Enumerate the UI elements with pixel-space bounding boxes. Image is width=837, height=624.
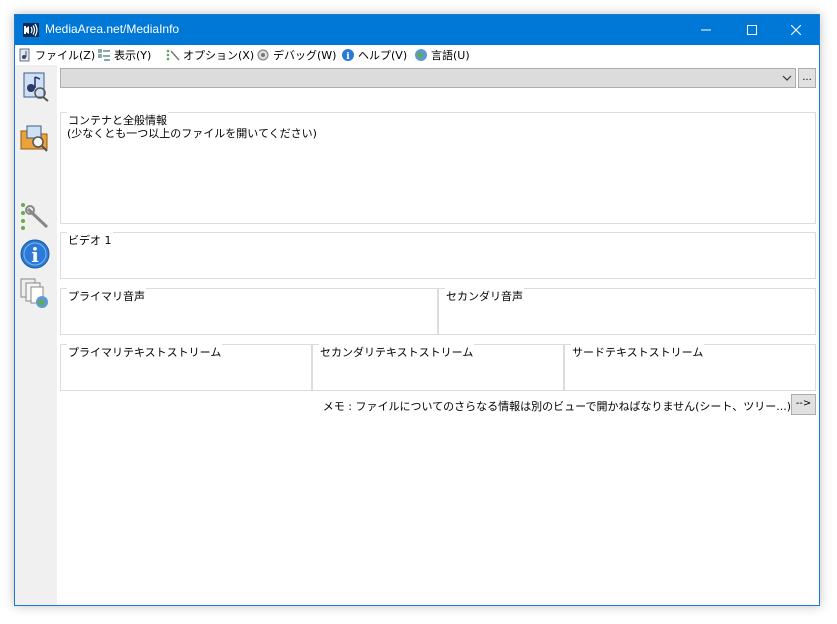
title-bar[interactable]: MediaArea.net/MediaInfo (15, 15, 819, 45)
menu-help-label: ヘルプ(V) (358, 49, 408, 62)
group-audio-secondary-label: セカンダリ音声 (445, 288, 524, 304)
menu-language-label: 言語(U) (431, 49, 470, 62)
preferences-icon (21, 203, 49, 230)
help-icon: i (342, 49, 354, 62)
info-icon: i (20, 239, 50, 269)
options-icon (166, 49, 180, 61)
group-general: コンテナと全般情報 (少なくとも一つ以上のファイルを開いてください) (60, 112, 816, 224)
memo-text: メモ : ファイルについてのさらなる情報は別のビューで開かねばなりません(シート… (322, 400, 791, 413)
minimize-button[interactable] (683, 15, 729, 45)
window-title: MediaArea.net/MediaInfo (45, 22, 180, 36)
svg-text:i: i (31, 243, 39, 267)
group-audio-primary: プライマリ音声 (60, 288, 438, 335)
export-icon (20, 278, 48, 308)
group-text-third: サードテキストストリーム (564, 344, 816, 391)
sidebar-toolbar: i (15, 65, 57, 605)
about-button[interactable]: i (18, 237, 52, 271)
menu-options[interactable]: オプション(X) (166, 47, 254, 63)
menu-options-label: オプション(X) (183, 49, 255, 62)
close-button[interactable] (773, 15, 819, 45)
group-audio-primary-label: プライマリ音声 (67, 288, 146, 304)
open-file-button[interactable] (18, 69, 52, 103)
menu-view[interactable]: 表示(Y) (97, 47, 151, 63)
group-text-third-label: サードテキストストリーム (571, 344, 705, 360)
debug-icon (257, 49, 269, 61)
file-icon (19, 48, 30, 62)
menu-language[interactable]: 言語(U) (414, 47, 470, 63)
menu-bar: ファイル(Z) 表示(Y) オプション(X) デバッグ(W) i ヘルプ(V) … (15, 45, 819, 65)
app-speaker-icon (23, 23, 39, 37)
group-video-label: ビデオ 1 (67, 232, 113, 248)
menu-debug[interactable]: デバッグ(W) (256, 47, 336, 63)
group-video: ビデオ 1 (60, 232, 816, 279)
group-text-primary-label: プライマリテキストストリーム (67, 344, 223, 360)
preferences-button[interactable] (18, 199, 52, 233)
group-audio-secondary: セカンダリ音声 (438, 288, 816, 335)
minimize-icon (701, 29, 711, 31)
open-file-icon (23, 72, 49, 102)
view-icon (98, 49, 110, 61)
open-other-view-button[interactable]: --> (791, 394, 816, 415)
group-text-secondary-label: セカンダリテキストストリーム (319, 344, 475, 360)
language-icon (415, 49, 427, 61)
menu-debug-label: デバッグ(W) (273, 49, 337, 62)
export-button[interactable] (18, 277, 52, 311)
menu-file-label: ファイル(Z) (35, 49, 96, 62)
browse-button[interactable]: ... (798, 68, 816, 88)
group-text-secondary: セカンダリテキストストリーム (312, 344, 564, 391)
maximize-button[interactable] (729, 15, 775, 45)
menu-view-label: 表示(Y) (114, 49, 152, 62)
svg-text:i: i (346, 52, 350, 62)
menu-help[interactable]: i ヘルプ(V) (341, 47, 407, 63)
open-folder-button[interactable] (18, 121, 52, 155)
group-text-primary: プライマリテキストストリーム (60, 344, 312, 391)
open-folder-icon (20, 125, 48, 152)
main-panel: ... コンテナと全般情報 (少なくとも一つ以上のファイルを開いてください) ビ… (57, 65, 819, 605)
menu-file[interactable]: ファイル(Z) (18, 47, 95, 63)
chevron-down-icon (782, 75, 792, 81)
general-info-text: (少なくとも一つ以上のファイルを開いてください) (67, 127, 317, 140)
main-window: MediaArea.net/MediaInfo ファイル(Z) 表示(Y) オプ… (14, 14, 820, 606)
file-select-dropdown[interactable] (60, 68, 796, 88)
maximize-icon (747, 25, 757, 35)
close-icon (791, 25, 801, 35)
